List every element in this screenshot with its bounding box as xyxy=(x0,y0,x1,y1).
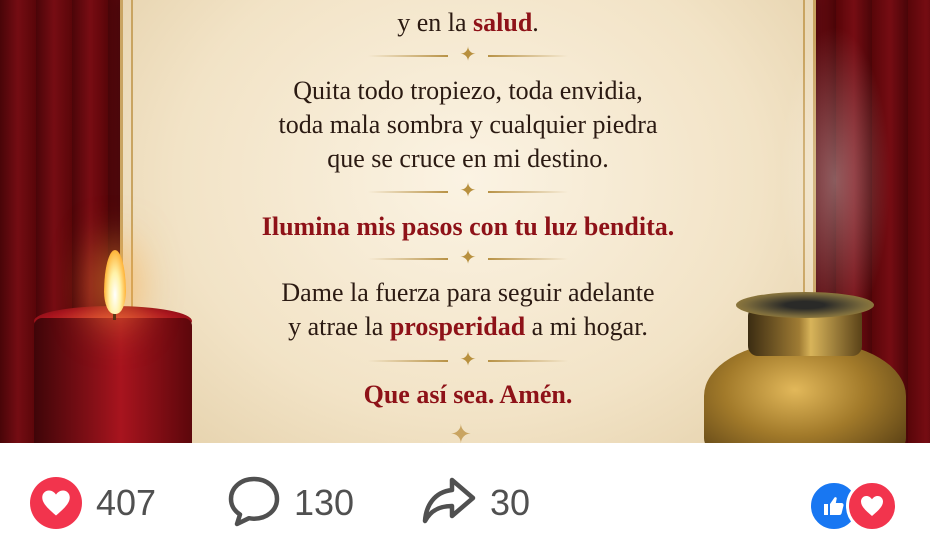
prayer-line-3: toda mala sombra y cualquier piedra xyxy=(278,110,658,139)
shares-count: 30 xyxy=(490,482,531,523)
star-ornament-icon: ✦ xyxy=(459,42,477,66)
incense-pot-icon xyxy=(700,292,910,443)
incense-smoke xyxy=(770,0,900,300)
star-ornament-icon: ✦ xyxy=(459,245,477,269)
prayer-highlight-salud: salud xyxy=(473,8,533,37)
prayer-line-1: y en la salud. xyxy=(123,6,813,40)
love-heart-icon xyxy=(30,477,82,529)
prayer-text-fragment: a mi hogar. xyxy=(525,312,648,341)
post-image[interactable]: y en la salud. ✦ Quita todo tropiezo, to… xyxy=(0,0,930,443)
comments-button[interactable]: 130 xyxy=(228,476,355,528)
ornament-divider: ✦ xyxy=(368,347,568,371)
prayer-text-fragment: y atrae la xyxy=(288,312,390,341)
prayer-text-fragment: y en la xyxy=(397,8,474,37)
reactions-button[interactable]: 407 xyxy=(30,477,157,529)
share-arrow-icon xyxy=(422,476,476,531)
pot-body xyxy=(704,342,906,443)
reactions-count: 407 xyxy=(96,482,157,523)
prayer-line-5: Ilumina mis pasos con tu luz bendita. xyxy=(261,212,675,241)
prayer-text-fragment: . xyxy=(532,8,539,37)
pot-rim xyxy=(736,292,874,318)
prayer-highlight-prosperidad: prosperidad xyxy=(389,312,526,341)
ornament-divider: ✦ xyxy=(368,178,568,202)
star-ornament-icon: ✦ xyxy=(450,420,472,443)
shares-button[interactable]: 30 xyxy=(422,476,531,531)
ornament-divider: ✦ xyxy=(368,245,568,269)
comments-count: 130 xyxy=(294,482,355,523)
prayer-line-2: Quita todo tropiezo, toda envidia, xyxy=(293,76,643,105)
candle-icon xyxy=(34,318,192,443)
reaction-summary[interactable] xyxy=(808,478,898,532)
comment-bubble-icon xyxy=(228,475,280,532)
ornament-divider: ✦ xyxy=(368,42,568,66)
star-ornament-icon: ✦ xyxy=(459,178,477,202)
love-heart-icon xyxy=(846,480,898,532)
star-ornament-icon: ✦ xyxy=(459,347,477,371)
prayer-line-4: que se cruce en mi destino. xyxy=(327,144,609,173)
